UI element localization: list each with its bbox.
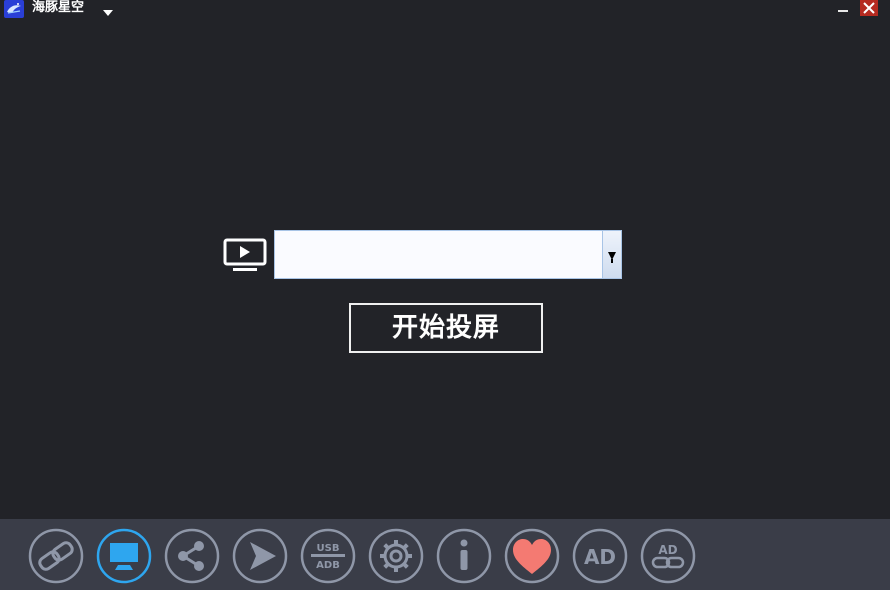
info-icon [436, 528, 492, 584]
ad-link-label: AD [658, 543, 677, 557]
title-bar: 海豚星空 [0, 0, 890, 18]
minimize-button[interactable] [836, 0, 850, 16]
screen-cast-tab-button[interactable] [96, 528, 152, 584]
info-button[interactable] [436, 528, 492, 584]
minimize-icon [838, 10, 848, 12]
device-select-dropdown-button[interactable] [602, 231, 621, 278]
ad-link-icon: AD [640, 528, 696, 584]
adb-label: ADB [316, 560, 340, 571]
ad-link-button[interactable]: AD [640, 528, 696, 584]
app-logo-icon [3, 0, 25, 18]
connect-link-button[interactable] [28, 528, 84, 584]
monitor-icon [96, 528, 152, 584]
share-button[interactable] [164, 528, 220, 584]
usb-adb-button[interactable]: USB ADB [300, 528, 356, 584]
ad-icon: AD [572, 528, 628, 584]
bottom-toolbar: USB ADB AD AD [0, 519, 890, 590]
chevron-down-icon [608, 252, 616, 263]
send-button[interactable] [232, 528, 288, 584]
ad-button[interactable]: AD [572, 528, 628, 584]
link-icon [28, 528, 84, 584]
title-dropdown-icon[interactable] [102, 3, 114, 16]
usb-label: USB [317, 543, 340, 554]
share-icon [164, 528, 220, 584]
send-arrow-icon [232, 528, 288, 584]
gear-icon [368, 528, 424, 584]
heart-icon [504, 528, 560, 584]
close-button[interactable] [860, 0, 878, 16]
ad-label: AD [584, 545, 616, 569]
app-title: 海豚星空 [32, 0, 85, 15]
favorite-button[interactable] [504, 528, 560, 584]
close-icon [863, 2, 875, 14]
start-cast-button[interactable]: 开始投屏 [349, 303, 543, 353]
settings-button[interactable] [368, 528, 424, 584]
usb-adb-icon: USB ADB [300, 528, 356, 584]
device-select[interactable] [274, 230, 622, 279]
tv-play-icon [222, 238, 268, 274]
